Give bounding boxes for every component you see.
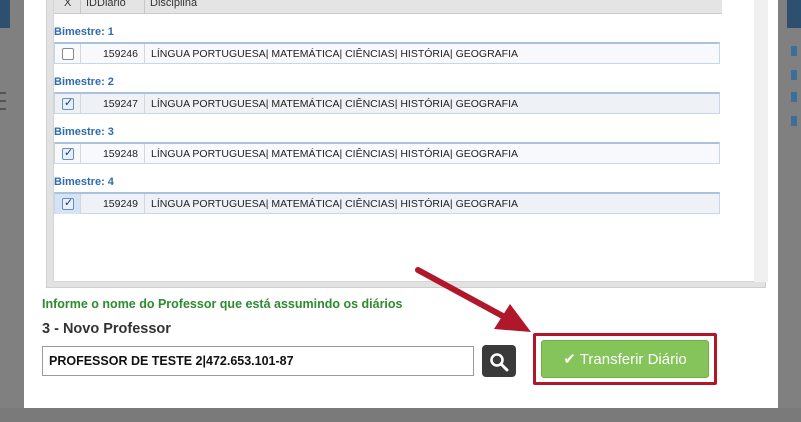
diaries-grid-frame: X IDDiario Disciplina Bimestre: 1 159246…: [46, 0, 768, 288]
check-icon: ✔: [563, 350, 576, 368]
transfer-modal: X IDDiario Disciplina Bimestre: 1 159246…: [24, 0, 778, 408]
group-label-bimestre-2: Bimestre: 2: [54, 76, 114, 88]
search-button[interactable]: [482, 345, 516, 377]
table-row[interactable]: 159247 LÍNGUA PORTUGUESA| MATEMÁTICA| CI…: [54, 92, 720, 114]
background-page-right: [777, 0, 801, 422]
table-row[interactable]: 159246 LÍNGUA PORTUGUESA| MATEMÁTICA| CI…: [54, 42, 720, 64]
row-checkbox[interactable]: [62, 146, 74, 160]
section-title: 3 - Novo Professor: [42, 321, 171, 337]
table-row[interactable]: 159248 LÍNGUA PORTUGUESA| MATEMÁTICA| CI…: [54, 142, 720, 164]
row-checkbox[interactable]: [62, 196, 74, 210]
row-id: 159246: [81, 44, 145, 64]
row-id: 159249: [81, 194, 145, 214]
table-row[interactable]: 159249 LÍNGUA PORTUGUESA| MATEMÁTICA| CI…: [54, 192, 720, 214]
row-discipline: LÍNGUA PORTUGUESA| MATEMÁTICA| CIÊNCIAS|…: [151, 198, 518, 210]
column-header-x[interactable]: X: [64, 0, 71, 9]
info-text: Informe o nome do Professor que está ass…: [42, 297, 403, 311]
row-checkbox[interactable]: [62, 96, 74, 110]
background-page-bottom: [0, 408, 801, 422]
transfer-button-label: Transferir Diário: [579, 351, 687, 368]
background-page-left: [0, 0, 24, 422]
grid-scrollbar[interactable]: [754, 0, 768, 282]
professor-input[interactable]: [42, 346, 474, 376]
row-discipline: LÍNGUA PORTUGUESA| MATEMÁTICA| CIÊNCIAS|…: [151, 48, 518, 60]
group-label-bimestre-4: Bimestre: 4: [54, 176, 114, 188]
row-id: 159247: [81, 94, 145, 114]
column-header-discipline[interactable]: Disciplina: [150, 0, 197, 9]
column-header-id[interactable]: IDDiario: [86, 0, 126, 9]
row-checkbox[interactable]: [62, 48, 74, 60]
group-label-bimestre-3: Bimestre: 3: [54, 126, 114, 138]
grid-header: X IDDiario Disciplina: [54, 0, 722, 14]
row-discipline: LÍNGUA PORTUGUESA| MATEMÁTICA| CIÊNCIAS|…: [151, 148, 518, 160]
search-icon: [490, 353, 509, 372]
group-label-bimestre-1: Bimestre: 1: [54, 26, 114, 38]
row-id: 159248: [81, 144, 145, 164]
row-discipline: LÍNGUA PORTUGUESA| MATEMÁTICA| CIÊNCIAS|…: [151, 98, 518, 110]
diaries-grid: X IDDiario Disciplina Bimestre: 1 159246…: [53, 0, 768, 282]
transfer-button[interactable]: ✔ Transferir Diário: [541, 340, 709, 378]
